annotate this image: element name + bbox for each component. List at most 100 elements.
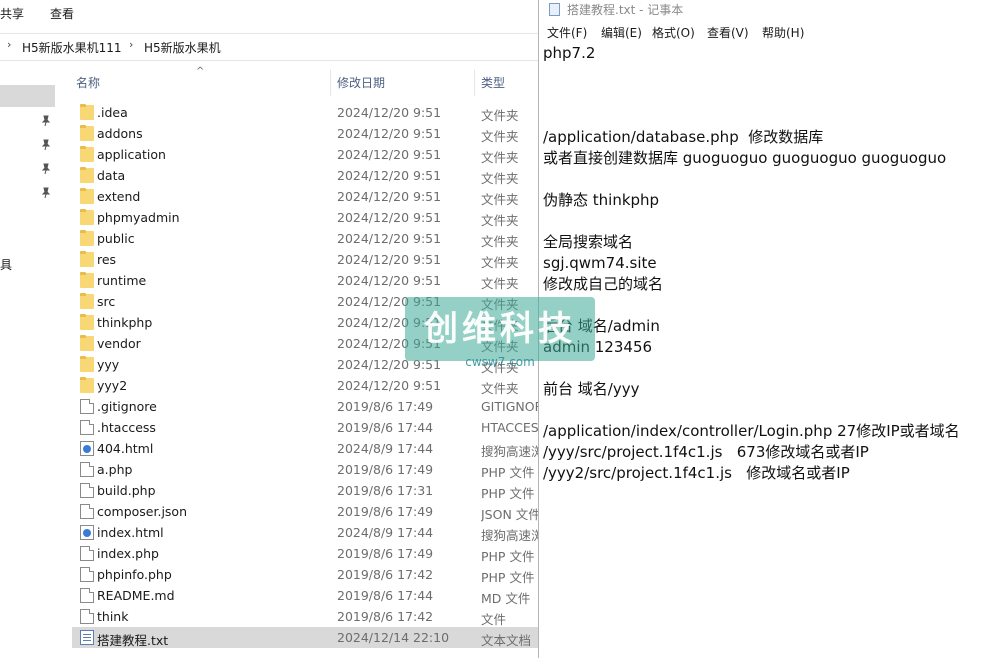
file-name: composer.json bbox=[97, 504, 188, 519]
breadcrumb-separator[interactable]: › bbox=[129, 38, 133, 51]
nav-item-label[interactable]: 具 bbox=[0, 256, 12, 273]
folder-icon bbox=[80, 167, 94, 183]
text-line: 全局搜索域名 bbox=[543, 233, 634, 251]
file-modified-date: 2024/8/9 17:44 bbox=[337, 441, 434, 456]
file-icon bbox=[80, 546, 94, 561]
notepad-menu-bar: 文件(F) 编辑(E) 格式(O) 查看(V) 帮助(H) bbox=[539, 22, 997, 42]
browser-file-icon bbox=[80, 525, 94, 540]
breadcrumb-parent[interactable]: H5新版水果机111 bbox=[22, 39, 122, 56]
file-type: MD 文件 bbox=[481, 591, 531, 606]
file-name: application bbox=[97, 147, 166, 162]
file-type: 文件夹 bbox=[481, 381, 519, 396]
navigation-pane: 具 bbox=[0, 62, 60, 658]
file-icon bbox=[80, 567, 94, 582]
file-row[interactable]: .htaccess 2019/8/6 17:44 HTACCESS bbox=[72, 417, 540, 438]
menu-format[interactable]: 格式(O) bbox=[652, 24, 695, 41]
file-icon bbox=[80, 420, 94, 435]
folder-icon bbox=[80, 125, 94, 141]
file-row[interactable]: res 2024/12/20 9:51 文件夹 bbox=[72, 249, 540, 270]
pin-icon[interactable] bbox=[40, 163, 52, 175]
pin-icon[interactable] bbox=[40, 115, 52, 127]
file-name: README.md bbox=[97, 588, 175, 603]
file-name: data bbox=[97, 168, 126, 183]
file-modified-date: 2019/8/6 17:49 bbox=[337, 399, 434, 414]
file-name: think bbox=[97, 609, 129, 624]
file-type: PHP 文件 bbox=[481, 570, 535, 585]
folder-icon bbox=[80, 188, 94, 204]
breadcrumb-current[interactable]: H5新版水果机 bbox=[144, 39, 221, 56]
file-row[interactable]: composer.json 2019/8/6 17:49 JSON 文件 bbox=[72, 501, 540, 522]
file-row[interactable]: phpinfo.php 2019/8/6 17:42 PHP 文件 bbox=[72, 564, 540, 585]
text-line: 修改成自己的域名 bbox=[543, 275, 664, 293]
file-row[interactable]: build.php 2019/8/6 17:31 PHP 文件 bbox=[72, 480, 540, 501]
folder-icon bbox=[80, 377, 94, 393]
pin-icon[interactable] bbox=[40, 139, 52, 151]
column-divider[interactable] bbox=[474, 70, 475, 96]
file-row[interactable]: index.php 2019/8/6 17:49 PHP 文件 bbox=[72, 543, 540, 564]
pin-icon[interactable] bbox=[40, 187, 52, 199]
text-line: /application/database.php 修改数据库 bbox=[543, 128, 824, 146]
file-name: index.php bbox=[97, 546, 159, 561]
text-line bbox=[543, 85, 993, 106]
notepad-icon bbox=[549, 3, 560, 16]
file-type: 文件夹 bbox=[481, 150, 519, 165]
text-line bbox=[543, 106, 993, 127]
ribbon-tab-share[interactable]: 共享 bbox=[0, 5, 24, 22]
file-row[interactable]: addons 2024/12/20 9:51 文件夹 bbox=[72, 123, 540, 144]
notepad-title: 搭建教程.txt - 记事本 bbox=[567, 3, 684, 17]
file-modified-date: 2024/12/20 9:51 bbox=[337, 147, 442, 162]
text-line bbox=[543, 211, 993, 232]
notepad-title-bar[interactable]: 搭建教程.txt - 记事本 bbox=[539, 0, 997, 20]
notepad-text-area[interactable]: php7.2/application/database.php 修改数据库 或者直… bbox=[543, 43, 993, 484]
file-modified-date: 2024/12/14 22:10 bbox=[337, 630, 450, 645]
file-modified-date: 2019/8/6 17:44 bbox=[337, 588, 434, 603]
folder-icon bbox=[80, 272, 94, 288]
nav-item-selected[interactable] bbox=[0, 85, 55, 107]
folder-icon bbox=[80, 251, 94, 267]
file-type: PHP 文件 bbox=[481, 465, 535, 480]
file-icon bbox=[80, 588, 94, 603]
column-type[interactable]: 类型 bbox=[481, 74, 505, 91]
file-row[interactable]: application 2024/12/20 9:51 文件夹 bbox=[72, 144, 540, 165]
file-row[interactable]: index.html 2024/8/9 17:44 搜狗高速浏 bbox=[72, 522, 540, 543]
file-type: 搜狗高速浏 bbox=[481, 444, 540, 459]
file-name: .htaccess bbox=[97, 420, 156, 435]
file-modified-date: 2024/12/20 9:51 bbox=[337, 126, 442, 141]
file-row[interactable]: runtime 2024/12/20 9:51 文件夹 bbox=[72, 270, 540, 291]
file-name: runtime bbox=[97, 273, 147, 288]
file-type: 文件夹 bbox=[481, 276, 519, 291]
file-row[interactable]: public 2024/12/20 9:51 文件夹 bbox=[72, 228, 540, 249]
file-row[interactable]: 404.html 2024/8/9 17:44 搜狗高速浏 bbox=[72, 438, 540, 459]
file-icon bbox=[80, 399, 94, 414]
menu-help[interactable]: 帮助(H) bbox=[762, 24, 804, 41]
file-row[interactable]: README.md 2019/8/6 17:44 MD 文件 bbox=[72, 585, 540, 606]
file-name: phpinfo.php bbox=[97, 567, 172, 582]
file-row[interactable]: .gitignore 2019/8/6 17:49 GITIGNOR bbox=[72, 396, 540, 417]
ribbon-tab-view[interactable]: 查看 bbox=[50, 5, 74, 22]
menu-edit[interactable]: 编辑(E) bbox=[601, 24, 642, 41]
breadcrumb-separator[interactable]: › bbox=[7, 38, 11, 51]
text-line: admin 123456 bbox=[543, 338, 653, 356]
file-row[interactable]: phpmyadmin 2024/12/20 9:51 文件夹 bbox=[72, 207, 540, 228]
file-modified-date: 2019/8/6 17:44 bbox=[337, 420, 434, 435]
file-icon bbox=[80, 462, 94, 477]
text-line bbox=[543, 295, 993, 316]
address-bar[interactable]: › H5新版水果机111 › H5新版水果机 bbox=[0, 33, 540, 61]
column-date[interactable]: 修改日期 bbox=[337, 74, 385, 91]
file-row[interactable]: think 2019/8/6 17:42 文件 bbox=[72, 606, 540, 627]
file-row[interactable]: .idea 2024/12/20 9:51 文件夹 bbox=[72, 102, 540, 123]
file-row[interactable]: 搭建教程.txt 2024/12/14 22:10 文本文档 bbox=[72, 627, 540, 648]
file-row[interactable]: a.php 2019/8/6 17:49 PHP 文件 bbox=[72, 459, 540, 480]
menu-view[interactable]: 查看(V) bbox=[707, 24, 749, 41]
file-row[interactable]: data 2024/12/20 9:51 文件夹 bbox=[72, 165, 540, 186]
file-icon bbox=[80, 504, 94, 519]
file-row[interactable]: extend 2024/12/20 9:51 文件夹 bbox=[72, 186, 540, 207]
watermark-text: 创维科技 bbox=[424, 309, 576, 349]
menu-file[interactable]: 文件(F) bbox=[547, 24, 587, 41]
file-name: .idea bbox=[97, 105, 128, 120]
column-divider[interactable] bbox=[330, 70, 331, 96]
column-name[interactable]: 名称 bbox=[76, 74, 100, 91]
file-modified-date: 2024/12/20 9:51 bbox=[337, 168, 442, 183]
file-row[interactable]: yyy2 2024/12/20 9:51 文件夹 bbox=[72, 375, 540, 396]
file-name: yyy bbox=[97, 357, 120, 372]
